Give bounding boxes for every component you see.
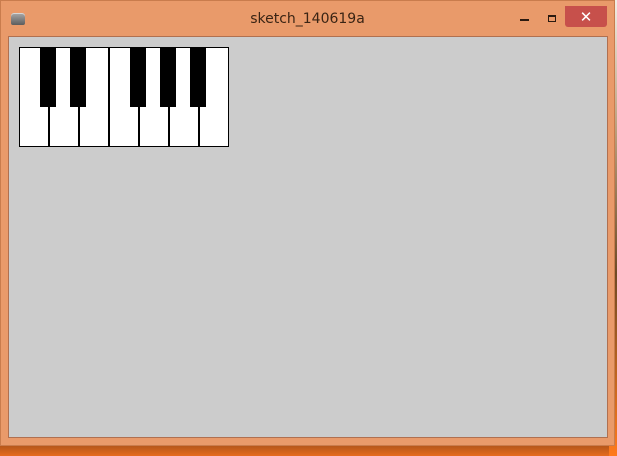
black-key-3[interactable] xyxy=(130,47,146,107)
piano-keyboard xyxy=(19,47,230,148)
black-key-4[interactable] xyxy=(160,47,176,107)
title-bar[interactable]: sketch_140619a ✕ xyxy=(1,1,614,35)
minimize-icon xyxy=(519,19,529,21)
black-key-2[interactable] xyxy=(70,47,86,107)
sketch-canvas[interactable] xyxy=(8,36,608,438)
close-button[interactable]: ✕ xyxy=(565,6,607,27)
black-key-5[interactable] xyxy=(190,47,206,107)
maximize-icon xyxy=(548,14,556,22)
close-icon: ✕ xyxy=(579,7,593,26)
sketch-window: sketch_140619a ✕ xyxy=(0,0,615,446)
black-key-1[interactable] xyxy=(40,47,56,107)
maximize-button[interactable] xyxy=(539,8,565,28)
minimize-button[interactable] xyxy=(511,8,537,28)
